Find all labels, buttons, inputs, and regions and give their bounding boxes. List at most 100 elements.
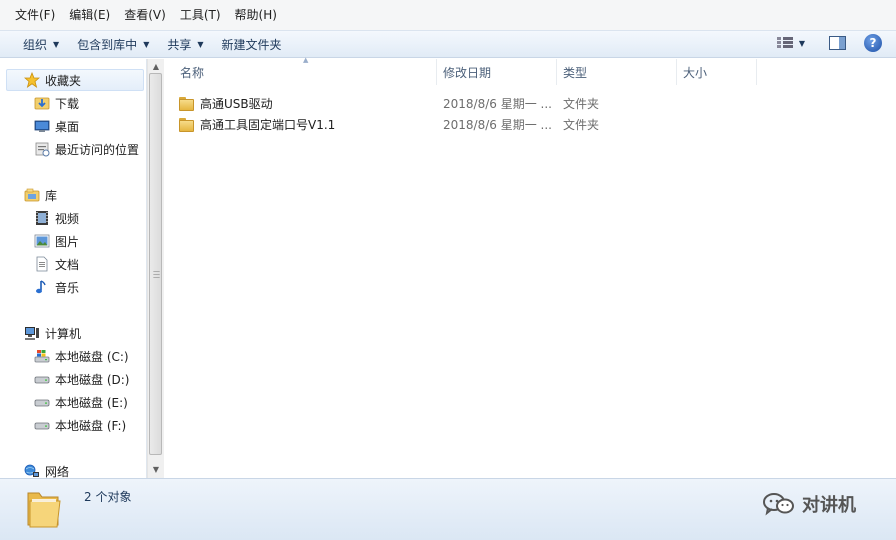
hard-drive-icon — [34, 417, 50, 433]
folder-icon — [178, 117, 194, 132]
nav-downloads-label: 下载 — [55, 96, 80, 111]
wechat-icon — [762, 491, 796, 517]
nav-recent-label: 最近访问的位置 — [55, 142, 140, 157]
preview-pane-icon[interactable] — [829, 36, 846, 50]
desktop-icon — [34, 118, 50, 134]
menu-file[interactable]: 文件(F) — [8, 4, 62, 26]
file-date: 2018/8/6 星期一 ... — [443, 117, 552, 132]
computer-icon — [24, 325, 40, 341]
column-name-label: 名称 — [180, 66, 205, 80]
view-details-icon — [776, 37, 793, 49]
chevron-down-icon: ▼ — [798, 38, 805, 48]
chevron-down-icon: ▼ — [143, 39, 150, 49]
network-icon — [24, 463, 40, 478]
organize-label: 组织 — [23, 37, 48, 52]
nav-desktop-label: 桌面 — [55, 119, 80, 134]
hard-drive-icon — [34, 394, 50, 410]
organize-button[interactable]: 组织 ▼ — [14, 33, 68, 55]
nav-drive-e-label: 本地磁盘 (E:) — [55, 395, 128, 410]
menu-view[interactable]: 查看(V) — [117, 4, 173, 26]
nav-music-label: 音乐 — [55, 280, 80, 295]
nav-libraries[interactable]: 库 — [24, 184, 57, 206]
pictures-icon — [34, 233, 50, 249]
nav-drive-c[interactable]: 本地磁盘 (C:) — [34, 345, 129, 367]
nav-drive-c-label: 本地磁盘 (C:) — [55, 349, 129, 364]
nav-drive-f[interactable]: 本地磁盘 (F:) — [34, 414, 126, 436]
nav-drive-d[interactable]: 本地磁盘 (D:) — [34, 368, 129, 390]
file-row[interactable]: 高通USB驱动 2018/8/6 星期一 ... 文件夹 — [178, 93, 878, 113]
hard-drive-icon — [34, 371, 50, 387]
scrollbar-thumb[interactable]: — — — — [149, 73, 162, 455]
column-size-label: 大小 — [683, 66, 708, 80]
file-name-cell: 高通USB驱动 — [178, 95, 438, 112]
watermark: 对讲机 — [762, 491, 856, 517]
share-label: 共享 — [167, 37, 192, 52]
libraries-icon — [24, 187, 40, 203]
nav-network[interactable]: 网络 — [24, 460, 69, 478]
nav-favorites-label: 收藏夹 — [45, 73, 82, 88]
details-pane: 2 个对象 对讲机 — [0, 478, 896, 540]
nav-drive-f-label: 本地磁盘 (F:) — [55, 418, 127, 433]
video-icon — [34, 210, 50, 226]
nav-videos[interactable]: 视频 — [34, 207, 79, 229]
nav-recent-places[interactable]: 最近访问的位置 — [34, 138, 139, 160]
nav-pictures-label: 图片 — [55, 234, 80, 249]
command-bar: 组织 ▼ 包含到库中 ▼ 共享 ▼ 新建文件夹 ▼ ? — [0, 30, 896, 58]
new-folder-button[interactable]: 新建文件夹 — [213, 33, 291, 55]
column-date-modified[interactable]: 修改日期 — [437, 59, 557, 85]
nav-network-label: 网络 — [45, 464, 70, 479]
file-name: 高通USB驱动 — [200, 96, 273, 111]
nav-favorites[interactable]: 收藏夹 — [6, 69, 144, 91]
music-note-icon — [34, 279, 50, 295]
file-type: 文件夹 — [563, 117, 600, 132]
chevron-down-icon: ▼ — [197, 39, 204, 49]
nav-downloads[interactable]: 下载 — [34, 92, 79, 114]
scroll-down-arrow-icon[interactable]: ▼ — [148, 462, 164, 478]
nav-drive-e[interactable]: 本地磁盘 (E:) — [34, 391, 128, 413]
toolbar-right-group: ▼ ? — [776, 34, 882, 52]
grip-icon: — — — — [153, 267, 160, 281]
nav-pictures[interactable]: 图片 — [34, 230, 79, 252]
file-row[interactable]: 高通工具固定端口号V1.1 2018/8/6 星期一 ... 文件夹 — [178, 114, 878, 134]
help-icon[interactable]: ? — [864, 34, 882, 52]
folder-large-icon — [24, 487, 64, 529]
menu-help[interactable]: 帮助(H) — [228, 4, 284, 26]
nav-videos-label: 视频 — [55, 211, 80, 226]
column-type[interactable]: 类型 — [557, 59, 677, 85]
include-in-library-button[interactable]: 包含到库中 ▼ — [68, 33, 158, 55]
file-name: 高通工具固定端口号V1.1 — [200, 117, 336, 132]
item-count: 2 个对象 — [84, 490, 132, 504]
column-modified-label: 修改日期 — [443, 66, 492, 80]
file-name-cell: 高通工具固定端口号V1.1 — [178, 116, 438, 133]
nav-libraries-label: 库 — [45, 188, 58, 203]
recent-places-icon — [34, 141, 50, 157]
nav-computer[interactable]: 计算机 — [24, 322, 81, 344]
system-drive-icon — [34, 348, 50, 364]
nav-documents[interactable]: 文档 — [34, 253, 79, 275]
column-header-row: ▲ 名称 修改日期 类型 大小 — [164, 56, 896, 85]
nav-desktop[interactable]: 桌面 — [34, 115, 79, 137]
file-date: 2018/8/6 星期一 ... — [443, 96, 552, 111]
star-icon — [24, 72, 40, 88]
share-button[interactable]: 共享 ▼ — [158, 33, 212, 55]
navigation-scrollbar[interactable]: ▲ — — — ▼ — [147, 59, 164, 478]
watermark-text: 对讲机 — [802, 495, 856, 516]
file-list: ▲ 名称 修改日期 类型 大小 高通USB驱动 2018/8/6 星期一 ...… — [164, 56, 896, 478]
chevron-down-icon: ▼ — [53, 39, 60, 49]
include-library-label: 包含到库中 — [77, 37, 138, 52]
downloads-folder-icon — [34, 95, 50, 111]
navigation-pane: 收藏夹 下载 桌面 最近访问的位置 库 视频 图片 文档 音乐 计算机 本地磁盘… — [0, 59, 147, 478]
documents-icon — [34, 256, 50, 272]
column-size[interactable]: 大小 — [677, 59, 757, 85]
column-type-label: 类型 — [563, 66, 588, 80]
menu-tools[interactable]: 工具(T) — [173, 4, 228, 26]
change-view-button[interactable]: ▼ — [776, 37, 805, 49]
menu-edit[interactable]: 编辑(E) — [62, 4, 117, 26]
nav-music[interactable]: 音乐 — [34, 276, 79, 298]
new-folder-label: 新建文件夹 — [221, 37, 282, 52]
file-type: 文件夹 — [563, 96, 600, 111]
column-name[interactable]: 名称 — [174, 59, 437, 85]
menu-bar: 文件(F) 编辑(E) 查看(V) 工具(T) 帮助(H) — [0, 0, 896, 30]
nav-documents-label: 文档 — [55, 257, 80, 272]
nav-computer-label: 计算机 — [45, 326, 82, 341]
